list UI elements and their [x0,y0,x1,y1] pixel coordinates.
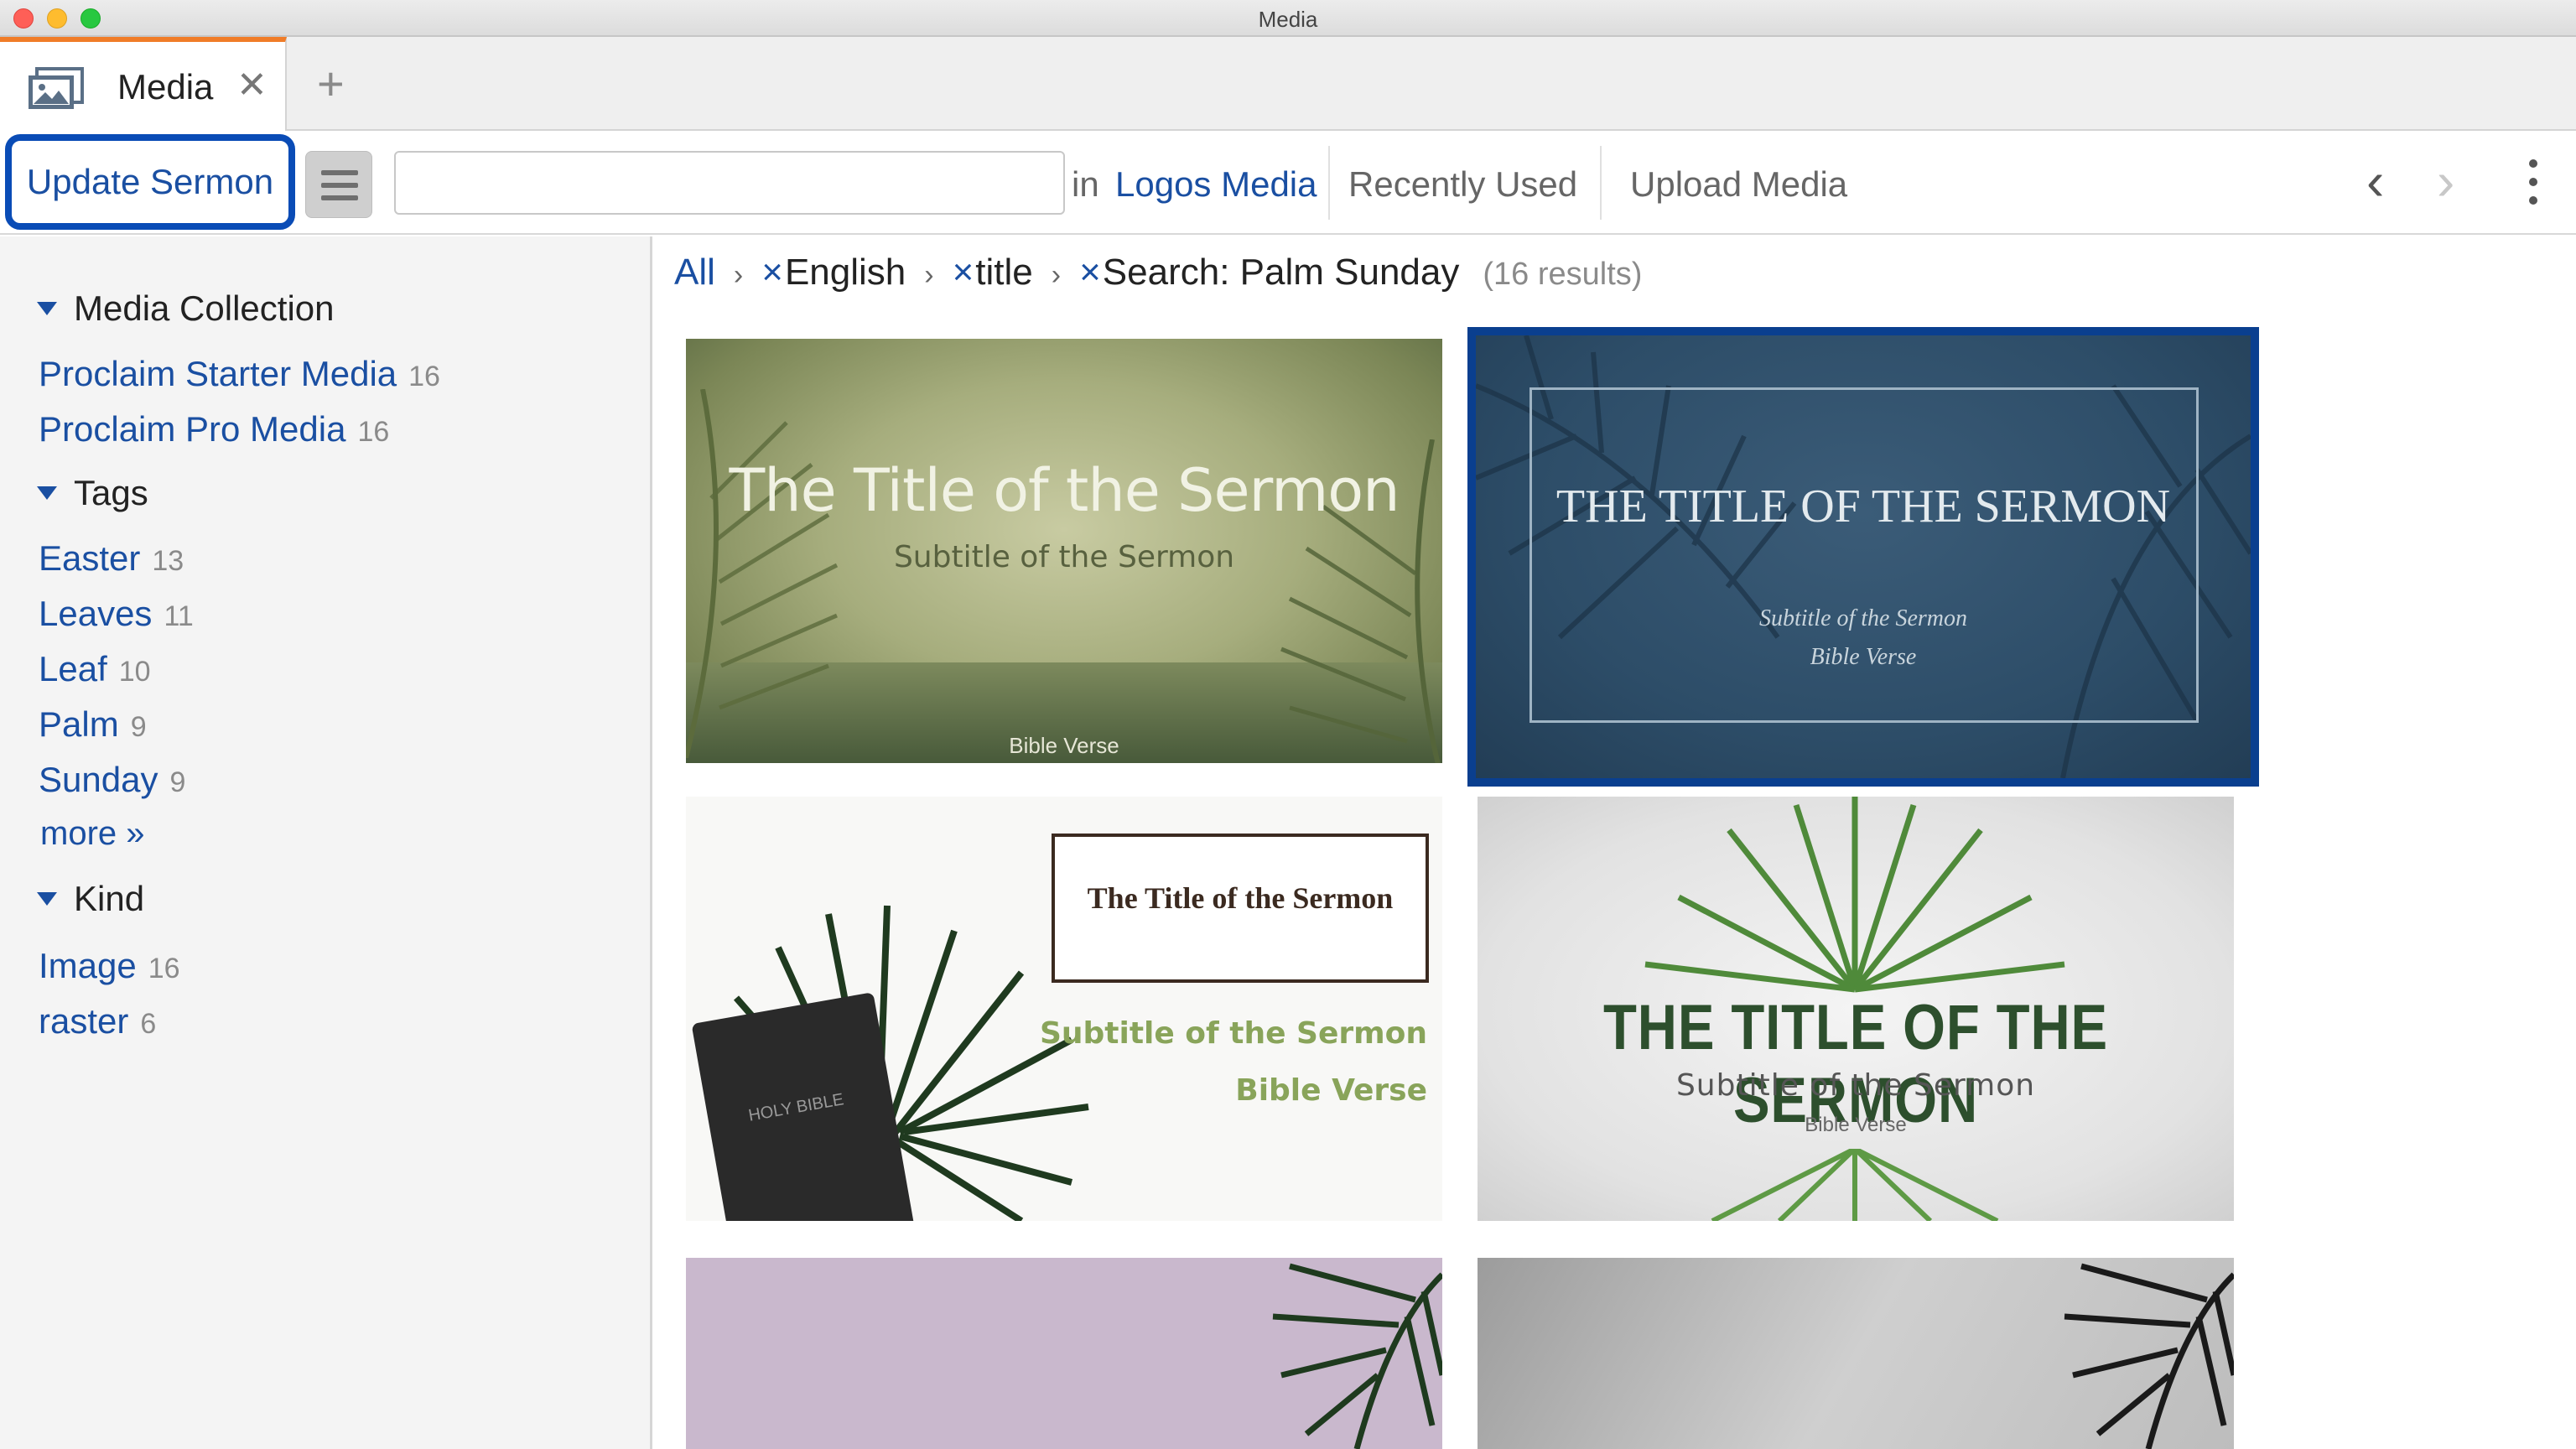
facet-label: Image [39,946,137,985]
thumbnail-title: The Title of the Sermon [729,456,1400,525]
search-scope-link[interactable]: Logos Media [1115,164,1317,205]
thumbnail-subtitle: Subtitle of the Sermon [1758,605,1968,631]
media-thumbnail[interactable]: THE TITLE OF THE SERMON Subtitle of the … [1478,797,2234,1221]
facet-count: 16 [148,953,180,984]
more-vertical-icon[interactable] [2529,159,2539,206]
results-count: (16 results) [1483,257,1643,292]
filter-label: title [975,252,1033,293]
breadcrumb-separator: › [924,259,934,291]
palm-leaf-icon [2064,1263,2234,1449]
caret-down-icon [37,892,57,906]
facet-count: 9 [130,711,147,743]
facet-raster[interactable]: raster 6 [39,1001,156,1041]
breadcrumb-separator: › [1051,259,1062,291]
facet-proclaim-starter-media[interactable]: Proclaim Starter Media 16 [39,354,440,394]
window-title: Media [1258,7,1318,32]
facet-sunday[interactable]: Sunday 9 [39,760,185,800]
facet-leaves[interactable]: Leaves 11 [39,594,194,634]
palm-leaf-icon [1644,797,2065,993]
breadcrumb-filter-english[interactable]: ×English [761,252,906,293]
palm-leaf-icon [1711,1149,1999,1221]
facet-count: 16 [408,361,440,392]
upload-media-button[interactable]: Upload Media [1630,164,1847,205]
facet-sidebar: Media Collection Proclaim Starter Media 1… [0,236,652,1449]
media-tab-icon [29,67,84,109]
media-collection-heading[interactable]: Media Collection [37,288,335,329]
kind-heading-label: Kind [74,879,145,918]
filter-label: Search: Palm Sunday [1102,252,1460,293]
palm-leaf-icon [1272,1263,1442,1449]
breadcrumb-filter-search[interactable]: ×Search: Palm Sunday [1079,252,1459,293]
media-thumbnail-selected[interactable]: THE TITLE OF THE SERMON Subtitle of the … [1476,335,2251,778]
remove-filter-icon[interactable]: × [953,252,974,293]
close-icon[interactable]: ✕ [236,64,267,106]
facet-count: 16 [357,416,390,448]
facet-label: Proclaim Starter Media [39,354,397,393]
thumbnail-subtitle: Subtitle of the Sermon [893,540,1235,574]
facet-count: 6 [140,1008,157,1040]
tags-heading-label: Tags [74,473,148,512]
facet-count: 9 [169,766,186,798]
thumbnail-subtitle: Subtitle of the Sermon [1675,1068,2036,1103]
media-collection-heading-label: Media Collection [74,288,335,328]
window-titlebar: Media [0,0,2576,37]
thumbnail-title: The Title of the Sermon [1087,881,1394,915]
thumbnail-frame [1530,387,2199,723]
facet-label: raster [39,1001,129,1041]
facet-label: Leaf [39,649,107,688]
filter-label: English [784,252,906,293]
tags-heading[interactable]: Tags [37,473,148,513]
more-tags-link[interactable]: more » [40,815,145,853]
thumbnail-verse: Bible Verse [1810,644,1917,670]
thumbnail-verse: Bible Verse [1805,1114,1907,1136]
search-scope-prefix: in [1072,164,1099,204]
remove-filter-icon[interactable]: × [1079,252,1101,293]
facet-count: 13 [152,545,184,577]
toolbar: Update Sermon in Logos Media Recently Us… [0,131,2576,235]
plus-icon[interactable]: + [317,60,345,107]
hamburger-icon[interactable] [305,151,372,218]
thumbnail-verse: Bible Verse [1235,1073,1427,1108]
thumbnail-title: THE TITLE OF THE SERMON [1555,480,2171,532]
media-thumbnail[interactable] [686,1258,1442,1449]
thumbnail-verse: Bible Verse [1009,733,1119,758]
caret-down-icon [37,486,57,500]
toolbar-divider [1600,146,1602,220]
facet-label: Easter [39,538,141,578]
facet-count: 10 [118,656,151,688]
facet-image[interactable]: Image 16 [39,946,180,986]
caret-down-icon [37,302,57,315]
facet-proclaim-pro-media[interactable]: Proclaim Pro Media 16 [39,409,389,449]
facet-count: 11 [164,600,194,632]
facet-leaf[interactable]: Leaf 10 [39,649,151,689]
recently-used-button[interactable]: Recently Used [1348,164,1577,205]
tab-media-label: Media [117,67,214,106]
toolbar-divider [1328,146,1330,220]
remove-filter-icon[interactable]: × [761,252,783,293]
media-thumbnail[interactable] [1478,1258,2234,1449]
facet-label: Proclaim Pro Media [39,409,346,449]
breadcrumb-all[interactable]: All [674,252,715,293]
tab-bar: Media ✕ + [0,37,2576,131]
thumbnail-subtitle: Subtitle of the Sermon [1039,1016,1427,1051]
breadcrumb-separator: › [733,259,744,291]
facet-label: Leaves [39,594,153,633]
facet-palm[interactable]: Palm 9 [39,704,147,745]
update-sermon-button[interactable]: Update Sermon [5,134,295,230]
facet-label: Sunday [39,760,158,799]
facet-easter[interactable]: Easter 13 [39,538,184,579]
forward-arrow-icon[interactable]: › [2437,148,2454,215]
media-thumbnail[interactable]: The Title of the Sermon Subtitle of the … [686,339,1442,763]
media-thumbnail[interactable]: HOLY BIBLE The Title of the Sermon Subti… [686,797,1442,1221]
facet-label: Palm [39,704,119,744]
tab-media[interactable]: Media ✕ [0,37,287,131]
search-input[interactable] [394,151,1065,215]
kind-heading[interactable]: Kind [37,879,144,919]
breadcrumb-filter-title[interactable]: ×title [953,252,1033,293]
back-arrow-icon[interactable]: ‹ [2366,148,2384,215]
breadcrumb: All › ×English › ×title › ×Search: Palm … [674,252,1642,293]
